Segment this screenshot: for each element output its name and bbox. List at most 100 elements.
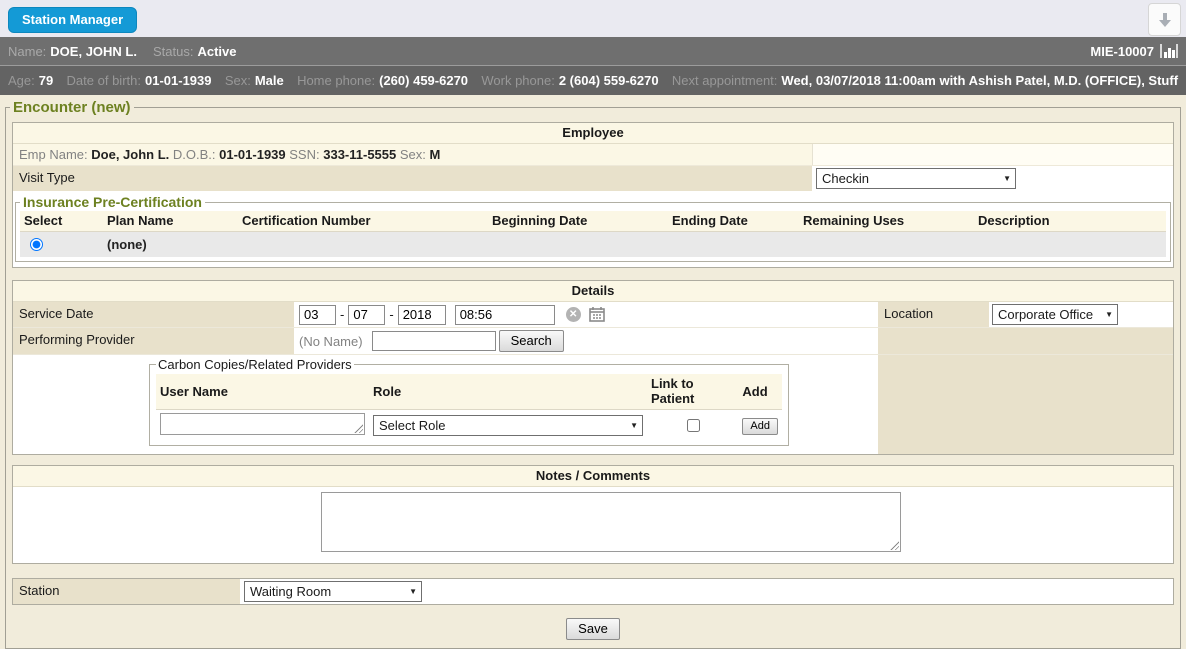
- cc-role-selected: Select Role: [379, 418, 445, 433]
- save-row: Save: [10, 618, 1176, 640]
- performing-provider-inputs: (No Name) Search: [295, 328, 877, 354]
- visit-type-cell: Checkin ▼: [813, 166, 1173, 191]
- patient-name: DOE, JOHN L.: [50, 44, 137, 59]
- service-date-row: Service Date - - ✕ Location: [13, 302, 1173, 328]
- age-value: 79: [39, 73, 53, 88]
- patient-status: Active: [197, 44, 236, 59]
- name-label: Name:: [8, 44, 46, 59]
- station-cell: Waiting Room ▼: [241, 579, 1173, 604]
- col-role: Role: [369, 374, 647, 410]
- notes-body: [13, 487, 1173, 563]
- date-separator: -: [340, 307, 344, 322]
- col-plan-name: Plan Name: [103, 211, 238, 232]
- location-cell: Corporate Office ▼: [989, 302, 1173, 327]
- carbon-copies-cell: Carbon Copies/Related Providers User Nam…: [13, 355, 877, 454]
- col-user-name: User Name: [156, 374, 369, 410]
- bar-chart-icon[interactable]: [1160, 44, 1178, 58]
- insurance-precert-section: Insurance Pre-Certification Select Plan …: [15, 194, 1171, 262]
- service-date-month-input[interactable]: [299, 305, 336, 325]
- performing-provider-label: Performing Provider: [13, 328, 295, 354]
- insurance-header-row: Select Plan Name Certification Number Be…: [20, 211, 1166, 232]
- next-appointment-value: Wed, 03/07/2018 11:00am with Ashish Pate…: [781, 73, 1178, 88]
- insurance-precert-title: Insurance Pre-Certification: [20, 194, 205, 210]
- patient-demographics-bar: Age: 79 Date of birth: 01-01-1939 Sex: M…: [0, 66, 1186, 95]
- dob-value: 01-01-1939: [145, 73, 212, 88]
- next-appointment-label: Next appointment:: [672, 73, 778, 88]
- notes-textarea[interactable]: [321, 492, 901, 552]
- employee-summary-spacer: [813, 144, 1173, 165]
- chevron-down-icon: ▼: [409, 587, 417, 596]
- col-remaining-uses: Remaining Uses: [799, 211, 974, 232]
- app-toolbar: Station Manager: [0, 0, 1186, 37]
- emp-ssn-value: 333-11-5555: [323, 147, 396, 162]
- emp-ssn-label: SSN:: [289, 147, 319, 162]
- notes-header: Notes / Comments: [13, 466, 1173, 487]
- work-phone-value: 2 (604) 559-6270: [559, 73, 659, 88]
- employee-panel: Employee Emp Name: Doe, John L. D.O.B.: …: [12, 122, 1174, 268]
- service-date-inputs: - - ✕: [295, 302, 877, 327]
- download-icon: [1156, 11, 1174, 29]
- chevron-down-icon: ▼: [1003, 174, 1011, 183]
- insurance-select-radio[interactable]: [30, 238, 43, 251]
- col-ending-date: Ending Date: [668, 211, 799, 232]
- dob-label: Date of birth:: [67, 73, 141, 88]
- sex-value: Male: [255, 73, 284, 88]
- sex-label: Sex:: [225, 73, 251, 88]
- insurance-row-none: (none): [20, 232, 1166, 258]
- details-right-spacer: [877, 328, 1173, 354]
- save-button[interactable]: Save: [566, 618, 620, 640]
- station-manager-button[interactable]: Station Manager: [8, 7, 137, 33]
- chevron-down-icon: ▼: [1105, 310, 1113, 319]
- cc-user-name-input[interactable]: [160, 413, 365, 435]
- location-select[interactable]: Corporate Office ▼: [992, 304, 1118, 325]
- carbon-copies-header-row: User Name Role Link to Patient Add: [156, 374, 782, 410]
- emp-dob-value: 01-01-1939: [219, 147, 286, 162]
- details-panel: Details Service Date - - ✕: [12, 280, 1174, 455]
- cc-link-to-patient-checkbox[interactable]: [687, 419, 700, 432]
- location-selected: Corporate Office: [998, 307, 1093, 322]
- carbon-copies-section: Carbon Copies/Related Providers User Nam…: [149, 357, 789, 446]
- employee-summary: Emp Name: Doe, John L. D.O.B.: 01-01-193…: [13, 144, 813, 165]
- status-label: Status:: [153, 44, 193, 59]
- col-description: Description: [974, 211, 1166, 232]
- cc-role-select[interactable]: Select Role ▼: [373, 415, 643, 436]
- date-separator: -: [389, 307, 393, 322]
- carbon-copies-title: Carbon Copies/Related Providers: [156, 357, 354, 372]
- age-label: Age:: [8, 73, 35, 88]
- clear-date-icon[interactable]: ✕: [566, 307, 581, 322]
- col-link-to-patient: Link to Patient: [647, 374, 738, 410]
- visit-type-selected: Checkin: [822, 171, 869, 186]
- insurance-plan-name: (none): [103, 232, 238, 258]
- provider-search-input[interactable]: [372, 331, 496, 351]
- cc-add-button[interactable]: Add: [742, 418, 778, 435]
- carbon-copies-input-row: Select Role ▼ Add: [156, 410, 782, 440]
- visit-type-label: Visit Type: [13, 166, 813, 191]
- notes-panel: Notes / Comments: [12, 465, 1174, 564]
- service-date-label: Service Date: [13, 302, 295, 327]
- provider-search-button[interactable]: Search: [499, 330, 564, 352]
- calendar-icon[interactable]: [589, 307, 605, 322]
- chart-id[interactable]: MIE-10007: [1090, 44, 1154, 59]
- visit-type-select[interactable]: Checkin ▼: [816, 168, 1016, 189]
- encounter-section: Encounter (new) Employee Emp Name: Doe, …: [5, 99, 1181, 649]
- visit-type-row: Visit Type Checkin ▼: [13, 166, 1173, 191]
- emp-sex-label: Sex:: [400, 147, 426, 162]
- download-button[interactable]: [1148, 3, 1181, 36]
- encounter-title: Encounter (new): [10, 99, 134, 116]
- work-phone-label: Work phone:: [481, 73, 554, 88]
- emp-name-label: Emp Name:: [19, 147, 88, 162]
- emp-dob-label: D.O.B.:: [173, 147, 216, 162]
- service-date-year-input[interactable]: [398, 305, 446, 325]
- emp-name-value: Doe, John L.: [91, 147, 169, 162]
- station-select[interactable]: Waiting Room ▼: [244, 581, 422, 602]
- service-date-day-input[interactable]: [348, 305, 385, 325]
- col-beginning-date: Beginning Date: [488, 211, 668, 232]
- service-time-input[interactable]: [455, 305, 555, 325]
- insurance-precert-table: Select Plan Name Certification Number Be…: [20, 211, 1166, 257]
- employee-header: Employee: [13, 123, 1173, 144]
- home-phone-value: (260) 459-6270: [379, 73, 468, 88]
- location-label: Location: [877, 302, 989, 327]
- carbon-copies-row: Carbon Copies/Related Providers User Nam…: [13, 355, 1173, 454]
- patient-name-bar: Name: DOE, JOHN L. Status: Active MIE-10…: [0, 37, 1186, 66]
- chevron-down-icon: ▼: [630, 421, 638, 430]
